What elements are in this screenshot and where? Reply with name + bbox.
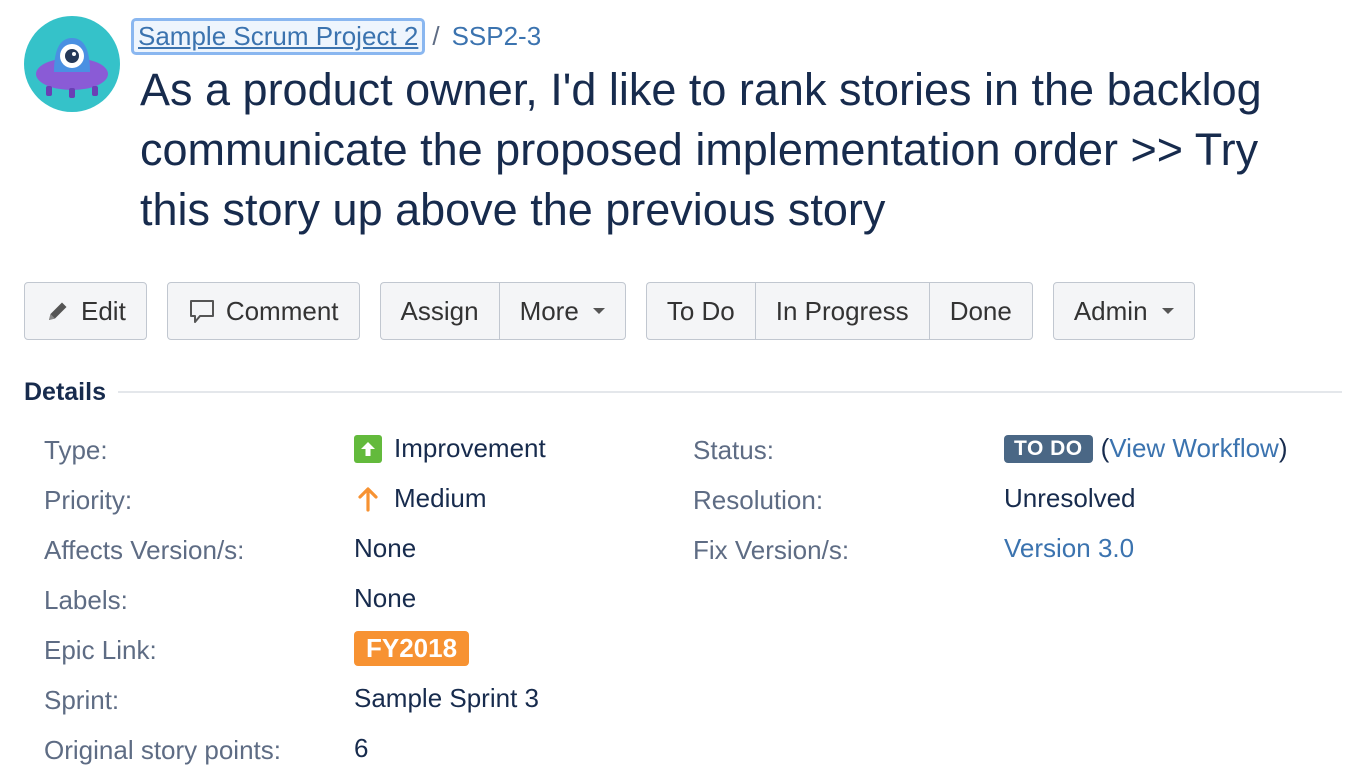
workflow-open-paren: ( <box>1100 433 1110 463</box>
more-button-label: More <box>519 295 579 326</box>
details-divider <box>117 391 1342 393</box>
status-value: TO DO ( View Workflow ) <box>1004 433 1288 464</box>
breadcrumb: Sample Scrum Project 2 / SSP2-3 <box>130 14 542 58</box>
issue-title-line: this story up above the previous story <box>140 184 886 235</box>
resolution-value: Unresolved <box>1004 483 1136 513</box>
edit-button[interactable]: Edit <box>24 282 147 340</box>
more-dropdown-button[interactable]: More <box>498 282 626 340</box>
todo-button-label: To Do <box>666 295 735 326</box>
issue-title-line: As a product owner, I'd like to rank sto… <box>140 64 1262 115</box>
chevron-down-icon <box>592 308 605 314</box>
epic-link-value: FY2018 <box>354 631 470 666</box>
admin-dropdown-button[interactable]: Admin <box>1052 282 1195 340</box>
status-badge: TO DO <box>1004 434 1093 463</box>
assign-more-group: Assign More <box>379 282 626 342</box>
project-avatar-icon[interactable] <box>24 16 120 112</box>
improvement-arrow-up-icon <box>354 434 382 463</box>
pencil-icon <box>45 298 71 324</box>
labels-value[interactable]: None <box>354 583 416 614</box>
done-button-label: Done <box>949 295 1012 326</box>
comment-button-label: Comment <box>225 295 339 326</box>
epic-link-label: Epic Link: <box>44 635 157 665</box>
workflow-close-paren: ) <box>1278 433 1288 463</box>
original-story-points-label: Original story points: <box>44 735 281 765</box>
details-heading: Details <box>24 377 106 406</box>
issue-summary-title[interactable]: As a product owner, I'd like to rank sto… <box>140 60 1348 240</box>
issue-toolbar: Edit Comment Assign More To Do In Progre… <box>24 282 1215 342</box>
workflow-transitions-group: To Do In Progress Done <box>645 282 1033 342</box>
affects-version-label: Affects Version/s: <box>44 535 245 565</box>
view-workflow-link[interactable]: View Workflow <box>1109 433 1279 464</box>
comment-group: Comment <box>166 282 360 342</box>
priority-label: Priority: <box>44 485 133 515</box>
resolution-label: Resolution: <box>693 485 824 515</box>
fix-version-link[interactable]: Version 3.0 <box>1004 533 1134 564</box>
fix-version-label: Fix Version/s: <box>693 535 850 565</box>
details-section-header[interactable]: Details <box>24 374 1342 410</box>
affects-version-value: None <box>354 533 417 563</box>
chevron-down-icon <box>1161 308 1174 314</box>
admin-button-label: Admin <box>1073 295 1148 326</box>
in-progress-transition-button[interactable]: In Progress <box>754 282 929 340</box>
type-value: Improvement <box>354 433 546 464</box>
original-story-points-value[interactable]: 6 <box>354 733 368 764</box>
breadcrumb-separator: / <box>432 20 440 51</box>
sprint-value: Sample Sprint 3 <box>354 683 539 713</box>
in-progress-button-label: In Progress <box>775 295 909 326</box>
assign-button-label: Assign <box>400 295 479 326</box>
speech-bubble-icon <box>188 297 216 325</box>
breadcrumb-issue-key-link[interactable]: SSP2-3 <box>452 21 542 52</box>
comment-button[interactable]: Comment <box>166 282 360 340</box>
done-transition-button[interactable]: Done <box>928 282 1033 340</box>
labels-label: Labels: <box>44 585 128 615</box>
status-label: Status: <box>693 435 774 465</box>
assign-button[interactable]: Assign <box>379 282 499 340</box>
priority-value-text: Medium <box>394 483 487 513</box>
medium-priority-arrow-icon <box>354 484 382 514</box>
type-label: Type: <box>44 435 108 465</box>
breadcrumb-project-link[interactable]: Sample Scrum Project 2 <box>130 17 426 55</box>
admin-group: Admin <box>1052 282 1195 342</box>
sprint-label: Sprint: <box>44 685 120 715</box>
issue-title-line: communicate the proposed implementation … <box>140 124 1259 175</box>
todo-transition-button[interactable]: To Do <box>645 282 755 340</box>
edit-group: Edit <box>24 282 147 342</box>
epic-link-badge[interactable]: FY2018 <box>354 631 470 666</box>
edit-button-label: Edit <box>81 295 126 326</box>
type-value-text: Improvement <box>394 433 546 463</box>
priority-value: Medium <box>354 483 486 514</box>
